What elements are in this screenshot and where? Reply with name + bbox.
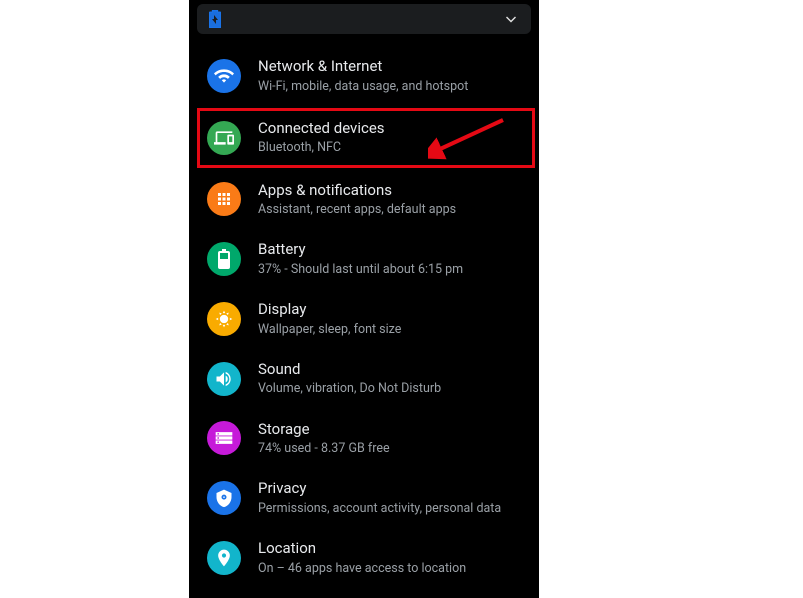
item-title: Battery [258,240,463,260]
item-subtitle: Permissions, account activity, personal … [258,501,501,517]
settings-item-connected-devices[interactable]: Connected devices Bluetooth, NFC [197,108,535,168]
item-subtitle: Wi-Fi, mobile, data usage, and hotspot [258,79,468,95]
devices-icon [207,121,241,155]
display-icon [207,302,241,336]
settings-item-storage[interactable]: Storage 74% used - 8.37 GB free [197,409,539,469]
settings-item-apps[interactable]: Apps & notifications Assistant, recent a… [197,170,539,230]
item-subtitle: Volume, vibration, Do Not Disturb [258,381,441,397]
item-title: Apps & notifications [258,181,456,201]
battery-charging-icon [209,10,221,28]
apps-icon [207,182,241,216]
item-subtitle: 37% - Should last until about 6:15 pm [258,262,463,278]
item-title: Storage [258,420,390,440]
item-subtitle: 74% used - 8.37 GB free [258,441,390,457]
item-title: Display [258,300,401,320]
item-title: Connected devices [258,119,385,139]
settings-item-battery[interactable]: Battery 37% - Should last until about 6:… [197,229,539,289]
item-subtitle: Bluetooth, NFC [258,140,385,156]
settings-item-sound[interactable]: Sound Volume, vibration, Do Not Disturb [197,349,539,409]
notification-bar[interactable] [197,4,531,34]
settings-item-network[interactable]: Network & Internet Wi-Fi, mobile, data u… [197,46,539,106]
settings-item-privacy[interactable]: Privacy Permissions, account activity, p… [197,468,539,528]
battery-icon [207,242,241,276]
settings-item-display[interactable]: Display Wallpaper, sleep, font size [197,289,539,349]
location-icon [207,541,241,575]
chevron-down-icon[interactable] [503,11,519,27]
sound-icon [207,362,241,396]
settings-list: Network & Internet Wi-Fi, mobile, data u… [189,46,539,588]
wifi-icon [207,59,241,93]
item-subtitle: Wallpaper, sleep, font size [258,322,401,338]
storage-icon [207,421,241,455]
item-title: Location [258,539,466,559]
item-title: Sound [258,360,441,380]
item-title: Privacy [258,479,501,499]
settings-screen: Network & Internet Wi-Fi, mobile, data u… [189,0,539,598]
item-subtitle: Assistant, recent apps, default apps [258,202,456,218]
privacy-icon [207,481,241,515]
item-title: Network & Internet [258,57,468,77]
settings-item-location[interactable]: Location On – 46 apps have access to loc… [197,528,539,588]
item-subtitle: On – 46 apps have access to location [258,561,466,577]
